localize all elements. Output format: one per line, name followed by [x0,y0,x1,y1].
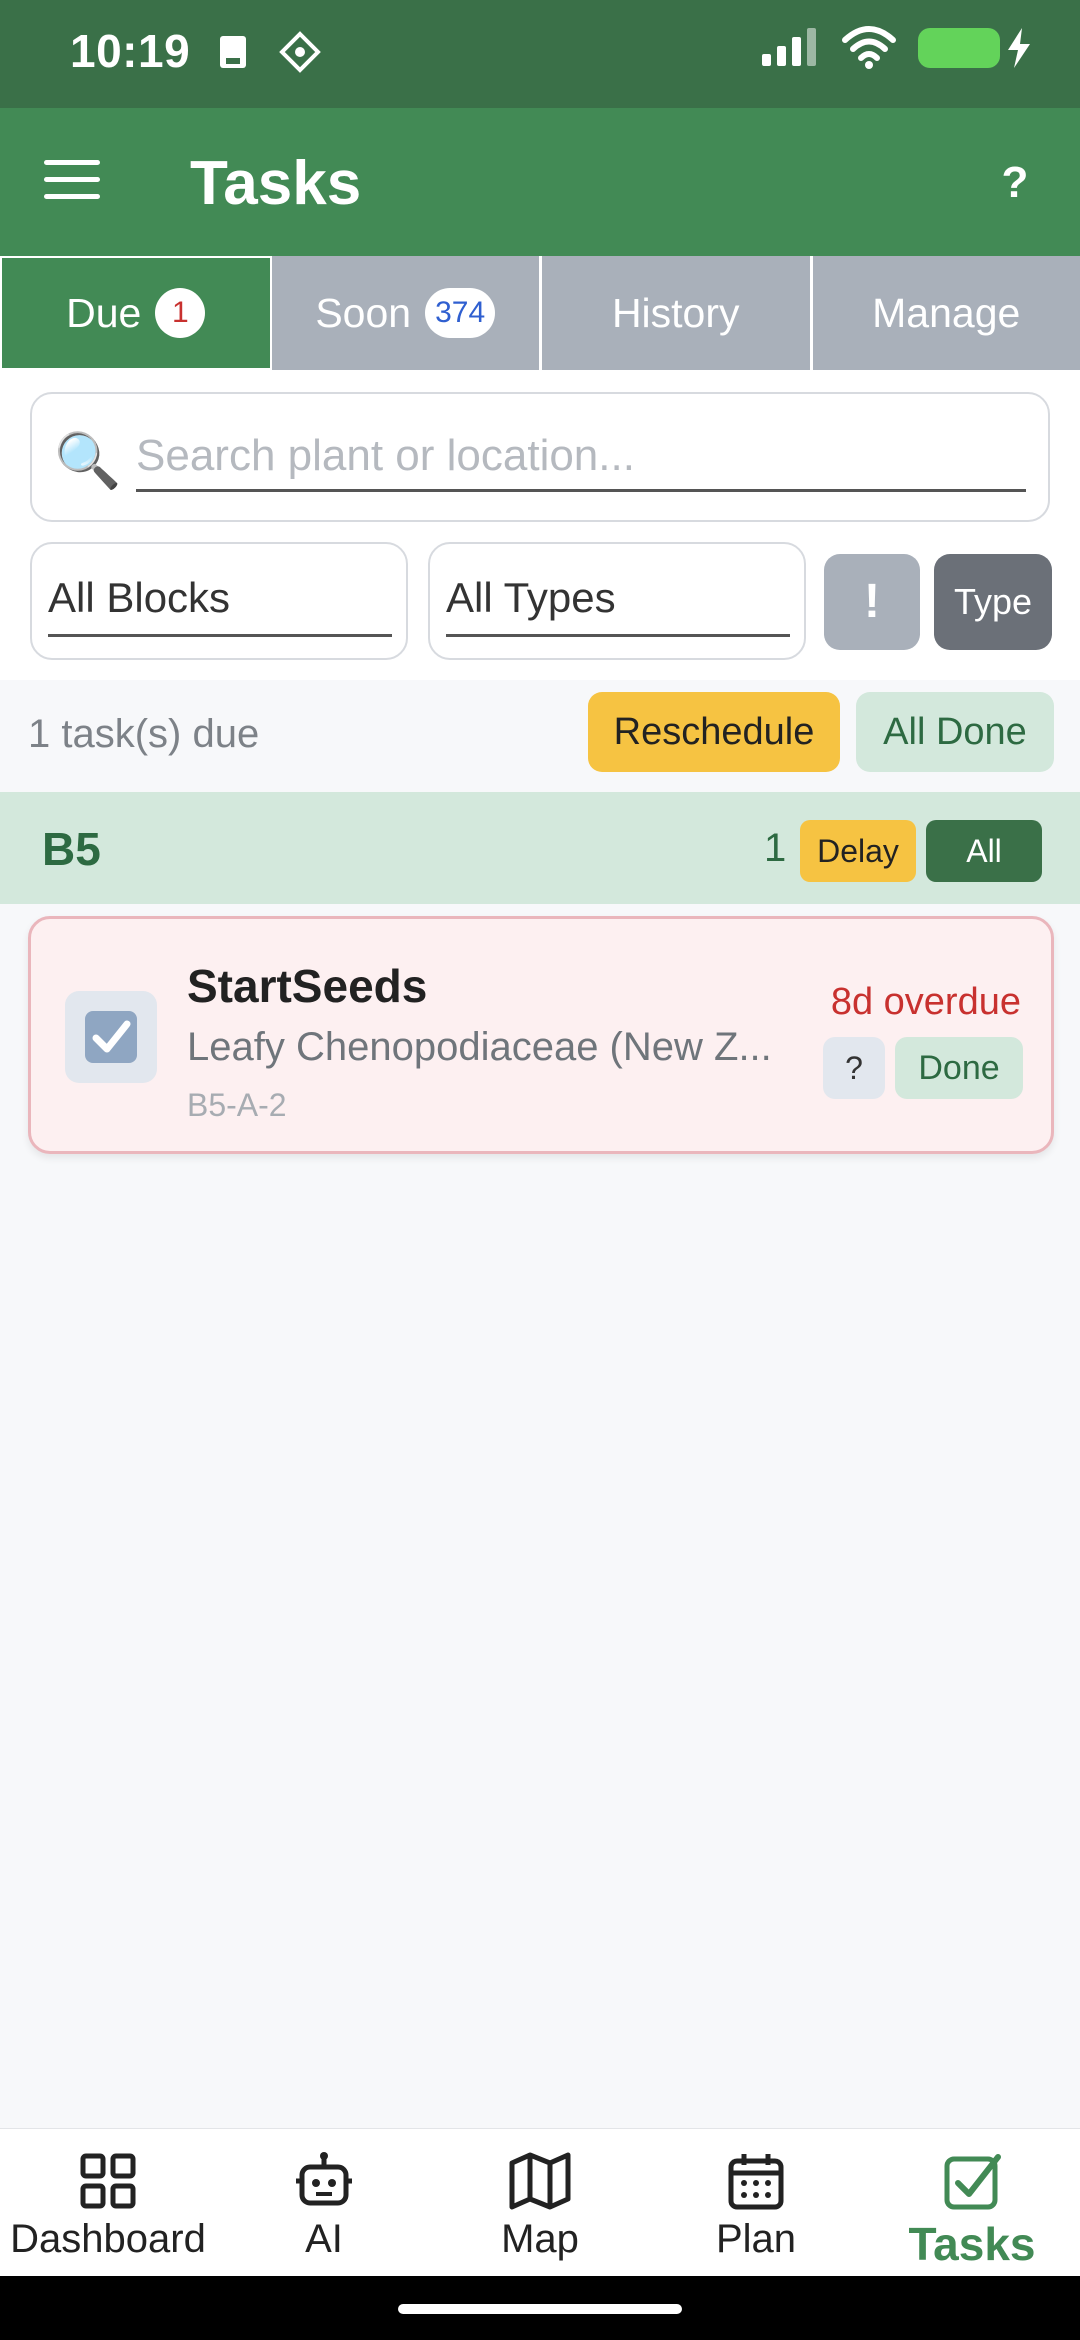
system-home-area [0,2276,1080,2340]
all-done-button[interactable]: All Done [856,692,1054,772]
tab-soon-label: Soon [315,289,412,336]
task-tabs: Due 1 Soon 374 History Manage [0,256,1080,370]
search-input[interactable] [136,422,1026,492]
filter-panel: 🔍 All Blocks All Types ! Type [0,370,1080,680]
tab-manage[interactable]: Manage [812,256,1080,370]
wifi-icon [842,26,896,69]
location-diamond-icon [279,31,321,73]
search-box: 🔍 [30,392,1050,522]
tab-due[interactable]: Due 1 [0,256,272,370]
battery-icon [918,28,1000,68]
tab-due-badge: 1 [155,288,206,338]
robot-icon [296,2152,352,2206]
group-name: B5 [42,823,101,875]
task-card[interactable]: StartSeeds Leafy Chenopodiaceae (New Z..… [28,916,1054,1154]
nav-map-label: Map [501,2217,579,2261]
page-title: Tasks [190,149,362,218]
signal-icon [762,28,816,66]
tab-soon-badge: 374 [425,288,496,338]
reschedule-button[interactable]: Reschedule [588,692,840,772]
help-button[interactable]: ? [980,148,1050,218]
checked-box-icon [85,1011,137,1063]
task-title: StartSeeds [187,960,428,1012]
group-task-count: 1 [764,826,787,870]
bottom-nav: Dashboard AI Map Plan Tasks [0,2128,1080,2276]
task-plant-name: Leafy Chenopodiaceae (New Z... [187,1025,772,1069]
task-info-button[interactable]: ? [823,1037,885,1099]
tab-history[interactable]: History [542,256,813,370]
tab-due-label: Due [66,289,142,336]
tab-history-label: History [611,289,740,336]
task-done-button[interactable]: Done [895,1037,1023,1099]
status-bar: 10:19 [0,0,1080,108]
task-location: B5-A-2 [187,1087,287,1123]
summary-row: 1 task(s) due Reschedule All Done [0,680,1080,792]
due-count-text: 1 task(s) due [28,712,260,756]
nav-dashboard-label: Dashboard [10,2217,206,2261]
tab-soon[interactable]: Soon 374 [271,256,542,370]
nav-tasks-label: Tasks [908,2218,1036,2270]
priority-filter-button[interactable]: ! [824,554,920,650]
status-time: 10:19 [70,25,191,77]
group-all-button[interactable]: All [926,820,1042,882]
calendar-icon [728,2154,784,2210]
nav-map[interactable]: Map [432,2129,648,2276]
nav-plan[interactable]: Plan [648,2129,864,2276]
checkbox-icon [944,2154,1001,2210]
checkbox-icon[interactable] [65,991,157,1083]
nav-tasks[interactable]: Tasks [864,2129,1080,2276]
home-indicator[interactable] [398,2304,682,2314]
status-notification-icons [212,30,322,74]
tab-manage-label: Manage [872,289,1021,336]
nav-ai-label: AI [305,2217,343,2261]
phone-status-icon [220,36,246,68]
type-filter-value: All Types [446,574,790,637]
group-header: B5 1 Delay All [0,792,1080,904]
nav-dashboard[interactable]: Dashboard [0,2129,216,2276]
app-bar: Tasks ? [0,108,1080,256]
search-icon: 🔍 [54,431,122,491]
hamburger-menu-icon[interactable] [44,160,100,200]
dashboard-grid-icon [80,2153,136,2209]
type-sort-button[interactable]: Type [934,554,1052,650]
nav-plan-label: Plan [715,2217,797,2261]
block-filter-value: All Blocks [48,574,392,637]
charging-bolt-icon [1008,28,1030,68]
nav-ai[interactable]: AI [216,2129,432,2276]
block-filter-select[interactable]: All Blocks [30,542,408,660]
type-filter-select[interactable]: All Types [428,542,806,660]
group-delay-button[interactable]: Delay [800,820,916,882]
map-icon [509,2152,571,2210]
status-system-icons [760,26,1034,70]
task-overdue-status: 8d overdue [830,981,1021,1023]
